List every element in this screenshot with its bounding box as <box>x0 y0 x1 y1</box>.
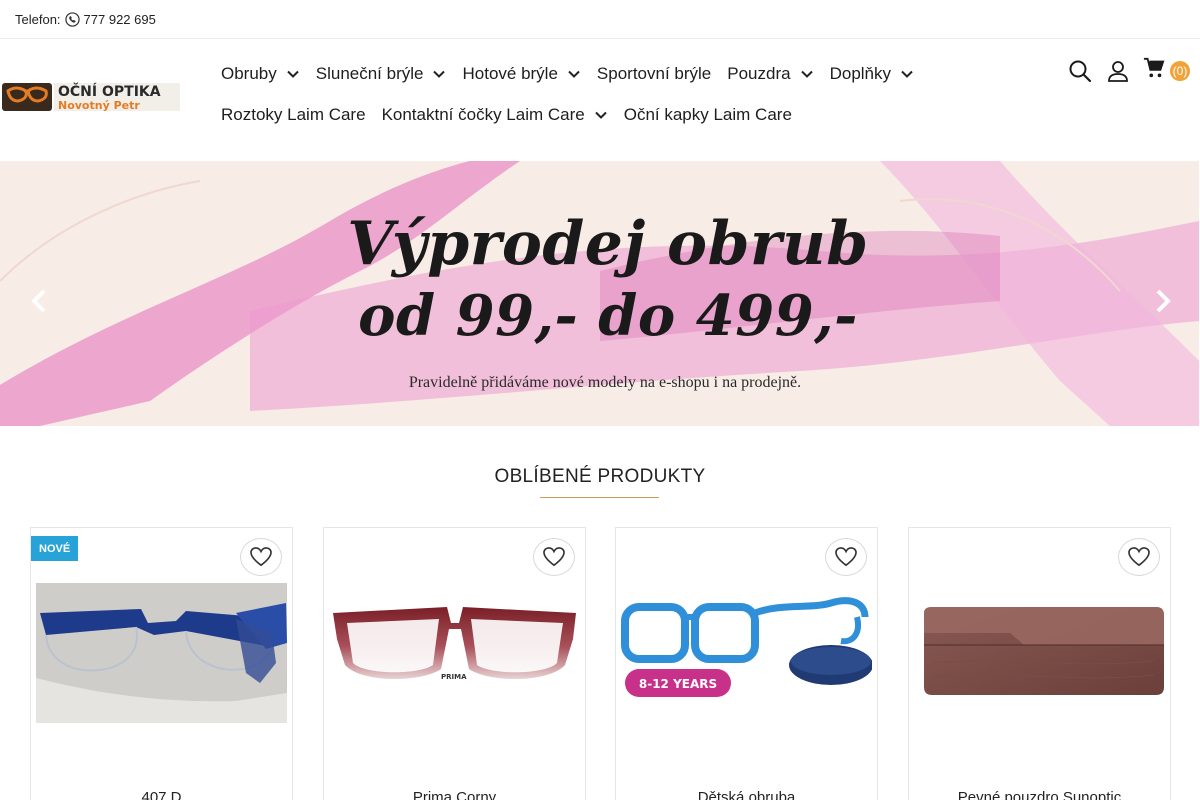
chevron-right-icon[interactable] <box>1148 287 1176 315</box>
product-name[interactable]: 407 D <box>31 789 292 800</box>
nav-item-label: Roztoky Laim Care <box>221 105 366 124</box>
site-logo[interactable]: OČNÍ OPTIKA Novotný Petr <box>2 79 180 115</box>
nav-item-label: Pouzdra <box>727 64 791 83</box>
nav-item[interactable]: Obruby <box>221 64 300 84</box>
main-navigation: Obruby Sluneční brýle Hotové brýle Sportovn… <box>221 61 961 143</box>
search-icon[interactable] <box>1068 59 1092 83</box>
nav-item-label: Oční kapky Laim Care <box>623 105 792 124</box>
chevron-down-icon <box>791 67 814 81</box>
chevron-down-icon <box>558 67 581 81</box>
logo-text-line1: OČNÍ OPTIKA <box>58 82 161 100</box>
nav-row-1: Obruby Sluneční brýle Hotové brýle Sportovn… <box>221 61 961 87</box>
heart-icon[interactable] <box>1118 538 1160 576</box>
product-card[interactable]: 8-12 YEARS Dětská obruba <box>615 527 878 800</box>
phone-icon <box>64 11 80 27</box>
product-image[interactable]: PRIMA <box>329 583 580 723</box>
prima-logo-text: PRIMA <box>441 673 467 681</box>
user-icon[interactable] <box>1106 59 1130 83</box>
nav-item-label: Sportovní brýle <box>596 64 712 83</box>
product-name[interactable]: Dětská obruba <box>616 789 877 800</box>
nav-item[interactable]: Hotové brýle <box>462 64 580 84</box>
cart-count-badge: (0) <box>1170 60 1190 81</box>
phone-label: Telefon: <box>15 11 61 27</box>
header-actions: (0) <box>1054 57 1190 84</box>
nav-item-label: Obruby <box>221 64 277 83</box>
top-bar: Telefon: 777 922 695 <box>0 0 1200 39</box>
nav-item[interactable]: Oční kapky Laim Care <box>624 105 792 125</box>
hero-headline: Výprodej obrub <box>347 209 869 279</box>
chevron-down-icon <box>585 108 608 122</box>
hero-subtitle: Pravidelně přidáváme nové modely na e-sh… <box>408 374 802 391</box>
nav-item-label: Kontaktní čočky Laim Care <box>381 105 585 124</box>
nav-item[interactable]: Sportovní brýle <box>597 64 711 84</box>
section-divider <box>540 497 659 498</box>
product-name[interactable]: Pevné pouzdro Sunoptic <box>909 789 1170 800</box>
product-card[interactable]: PRIMA Prima Corny <box>323 527 586 800</box>
nav-item[interactable]: Kontaktní čočky Laim Care <box>382 105 608 125</box>
cart-icon <box>1143 57 1165 84</box>
new-badge: NOVÉ <box>31 536 79 561</box>
product-card[interactable]: Pevné pouzdro Sunoptic <box>908 527 1171 800</box>
nav-item-label: Doplňky <box>829 64 892 83</box>
chevron-down-icon <box>423 67 446 81</box>
section-title: OBLÍBENÉ PRODUKTY <box>494 466 706 487</box>
hero-banner[interactable]: Výprodej obrub od 99,- do 499,- Pravidel… <box>0 161 1199 426</box>
nav-row-2: Roztoky Laim Care Kontaktní čočky Laim Ca… <box>221 102 961 128</box>
product-image[interactable] <box>914 583 1165 723</box>
nav-item[interactable]: Doplňky <box>830 64 914 84</box>
nav-item[interactable]: Sluneční brýle <box>316 64 447 84</box>
hero-price-range: od 99,- do 499,- <box>358 283 858 349</box>
phone-number-link[interactable]: 777 922 695 <box>84 12 156 27</box>
heart-icon[interactable] <box>825 538 867 576</box>
chevron-left-icon[interactable] <box>26 287 54 315</box>
nav-item-label: Sluneční brýle <box>315 64 424 83</box>
chevron-down-icon <box>891 67 914 81</box>
product-image[interactable] <box>36 583 287 723</box>
nav-item-label: Hotové brýle <box>462 64 558 83</box>
heart-icon[interactable] <box>240 538 282 576</box>
product-card[interactable]: NOVÉ 407 D <box>30 527 293 800</box>
cart-button[interactable]: (0) <box>1143 57 1190 84</box>
nav-item[interactable]: Roztoky Laim Care <box>221 105 366 125</box>
chevron-down-icon <box>277 67 300 81</box>
product-image[interactable]: 8-12 YEARS <box>621 583 873 723</box>
product-name[interactable]: Prima Corny <box>324 789 585 800</box>
site-header: OČNÍ OPTIKA Novotný Petr Obruby Sluneční … <box>0 39 1200 161</box>
kids-age-label: 8-12 YEARS <box>639 677 717 691</box>
logo-text-line2: Novotný Petr <box>58 99 140 112</box>
nav-item[interactable]: Pouzdra <box>727 64 813 84</box>
heart-icon[interactable] <box>533 538 575 576</box>
